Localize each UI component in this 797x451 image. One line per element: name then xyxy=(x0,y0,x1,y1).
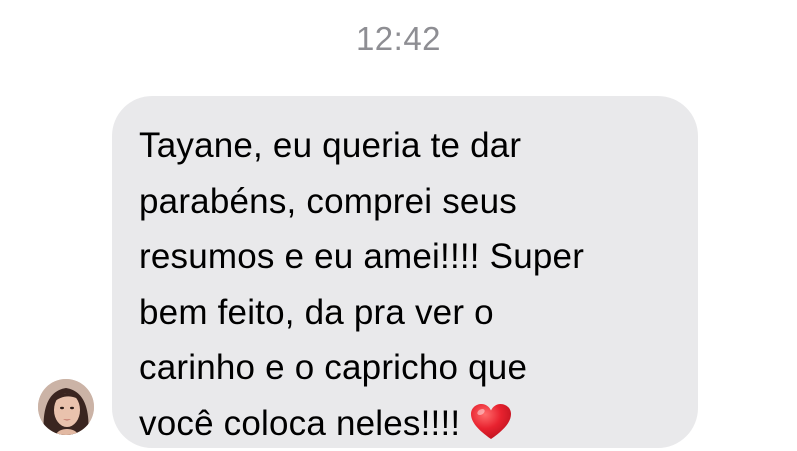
heart-emoji-svg xyxy=(471,403,512,439)
red-heart-icon xyxy=(470,403,512,441)
avatar-photo xyxy=(38,379,94,435)
message-text: Tayane, eu queria te dar parabéns, compr… xyxy=(139,126,585,443)
received-message-bubble[interactable]: Tayane, eu queria te dar parabéns, compr… xyxy=(112,96,698,448)
message-thread: 12:42 Tayane, eu queria te dar parabéns,… xyxy=(0,0,797,451)
message-timestamp: 12:42 xyxy=(355,20,442,57)
sender-avatar[interactable] xyxy=(38,379,94,435)
